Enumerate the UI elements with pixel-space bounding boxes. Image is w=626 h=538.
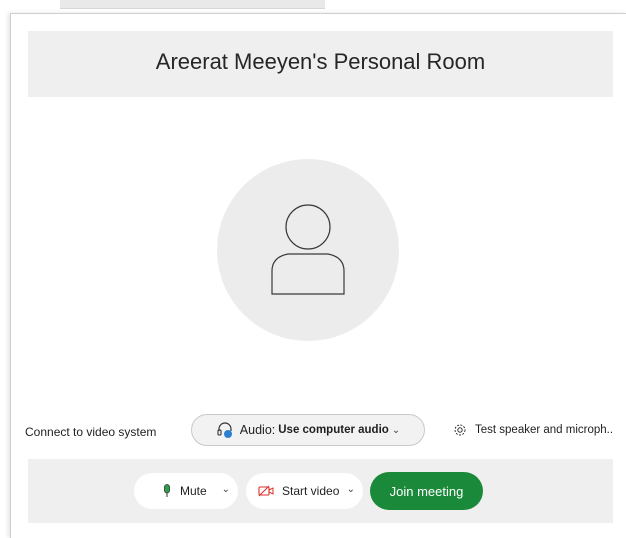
join-meeting-button[interactable]: Join meeting (370, 472, 483, 510)
meeting-window: Areerat Meeyen's Personal Room Connect t… (10, 13, 626, 538)
video-off-icon (258, 485, 274, 497)
audio-value-label: Use computer audio (278, 424, 389, 436)
avatar (217, 159, 399, 341)
background-window-strip (60, 0, 325, 9)
chevron-down-icon: ⌄ (391, 424, 401, 436)
microphone-icon (162, 484, 172, 498)
headset-icon (216, 421, 234, 439)
person-icon (271, 204, 345, 295)
room-title: Areerat Meeyen's Personal Room (155, 49, 486, 74)
test-speaker-link[interactable]: Test speaker and microph.. (453, 423, 613, 437)
mute-label: Mute (180, 484, 207, 498)
start-video-main[interactable]: Start video (246, 484, 339, 498)
connect-video-system-link[interactable]: Connect to video system (25, 425, 156, 439)
mute-main[interactable]: Mute (134, 484, 207, 498)
mute-button[interactable]: Mute ⌄ (134, 473, 238, 509)
video-options-chevron-icon[interactable]: ⌄ (347, 484, 355, 495)
start-video-button[interactable]: Start video ⌄ (246, 473, 363, 509)
test-speaker-label: Test speaker and microph.. (475, 424, 614, 436)
join-options-row: Connect to video system Audio: Use compu… (11, 412, 626, 450)
mute-options-chevron-icon[interactable]: ⌄ (222, 484, 230, 495)
meeting-controls-bar: Mute ⌄ Start video ⌄ Join meeting (28, 459, 613, 523)
start-video-label: Start video (282, 484, 340, 498)
audio-prefix-label: Audio: (239, 423, 276, 437)
audio-selector[interactable]: Audio: Use computer audio ⌄ (191, 414, 425, 446)
room-title-bar: Areerat Meeyen's Personal Room (28, 31, 613, 97)
gear-icon (453, 423, 467, 437)
